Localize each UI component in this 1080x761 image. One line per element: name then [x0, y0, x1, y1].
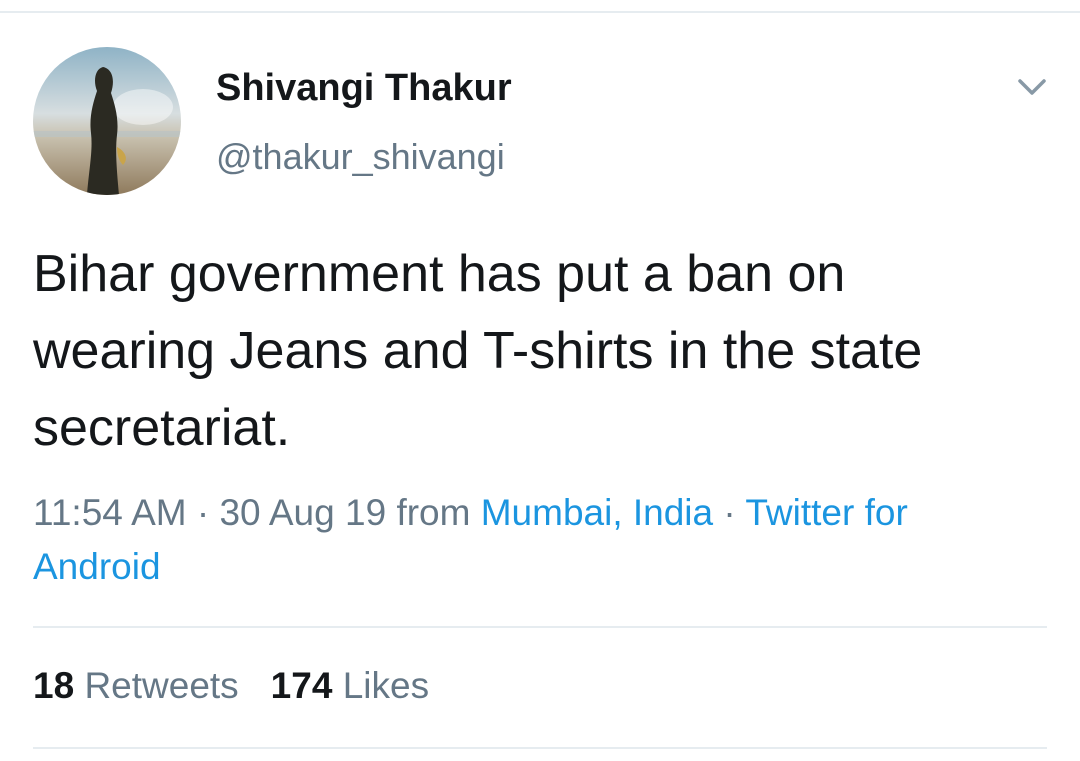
- likes-stat[interactable]: 174 Likes: [271, 665, 429, 707]
- meta-separator: ·: [723, 492, 736, 533]
- tweet-meta: 11:54 AM · 30 Aug 19 from Mumbai, India …: [33, 486, 1033, 594]
- location-link[interactable]: Mumbai, India: [481, 492, 713, 533]
- stats-divider-bottom: [33, 747, 1047, 749]
- retweets-label: Retweets: [84, 665, 239, 706]
- tweet-detail: Shivangi Thakur @thakur_shivangi Bihar g…: [0, 0, 1080, 761]
- display-name[interactable]: Shivangi Thakur: [216, 67, 512, 110]
- meta-separator: ·: [196, 492, 210, 533]
- tweet-date[interactable]: 30 Aug 19: [219, 492, 386, 533]
- likes-count: 174: [270, 665, 333, 706]
- from-label: from: [396, 492, 471, 533]
- user-handle[interactable]: @thakur_shivangi: [216, 136, 505, 178]
- tweet-time[interactable]: 11:54 AM: [33, 492, 187, 533]
- chevron-down-icon[interactable]: [1014, 73, 1050, 103]
- likes-label: Likes: [342, 665, 430, 706]
- stats-divider-top: [33, 626, 1047, 628]
- avatar[interactable]: [33, 47, 181, 195]
- retweets-stat[interactable]: 18 Retweets: [33, 665, 239, 707]
- tweet-text: Bihar government has put a ban on wearin…: [33, 245, 923, 457]
- retweets-count: 18: [33, 665, 75, 706]
- tweet-stats: 18 Retweets 174 Likes: [33, 665, 429, 707]
